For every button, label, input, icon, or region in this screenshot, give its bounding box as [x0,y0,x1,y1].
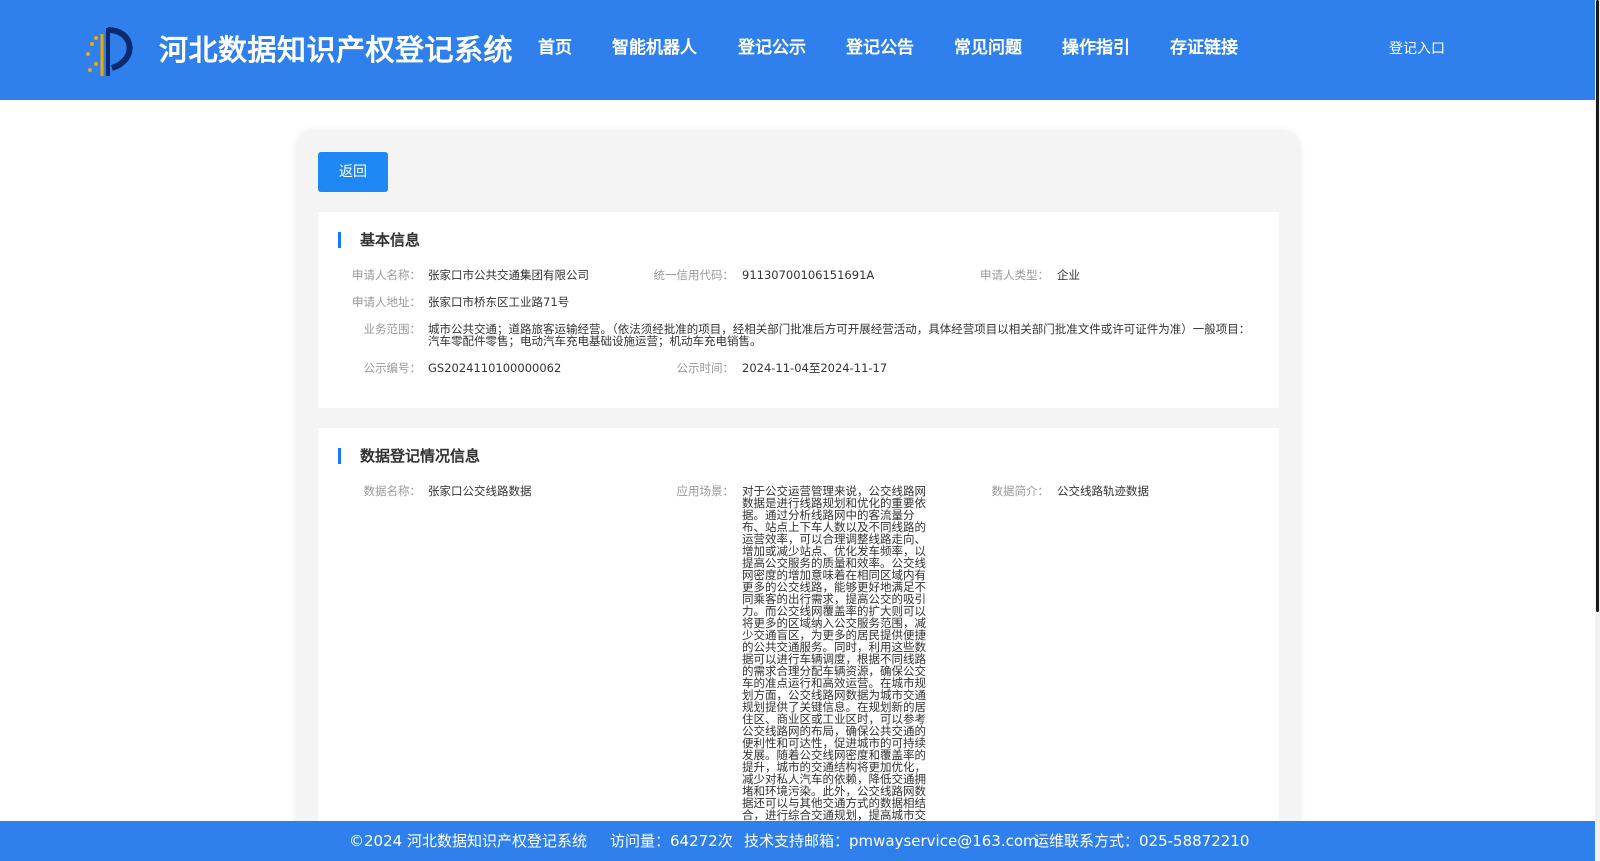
data-name-label: 数据名称： [363,484,422,498]
applicant-type-value: 企业 [1057,268,1080,282]
credit-code-label: 统一信用代码： [653,268,735,282]
section-accent-bar [338,232,341,248]
basic-info-panel: 基本信息 申请人名称： 张家口市公共交通集团有限公司 统一信用代码： 91130… [318,212,1279,408]
application-scene-value: 对于公交运营管理来说，公交线路网数据是进行线路规划和优化的重要依据。通过分析线路… [742,484,926,822]
back-button[interactable]: 返回 [318,152,388,192]
publicity-time-label: 公示时间： [676,361,735,375]
nav-home[interactable]: 首页 [538,34,572,62]
system-logo-icon [86,27,133,76]
applicant-address-label: 申请人地址： [352,295,421,309]
application-scene-label: 应用场景： [676,484,735,498]
page-footer: ©2024 河北数据知识产权登记系统 访问量：64272次 技术支持邮箱：pmw… [0,821,1595,861]
page-scrollbar[interactable] [1595,0,1600,861]
data-name-value: 张家口公交线路数据 [428,484,532,498]
nav-robot[interactable]: 智能机器人 [612,34,697,62]
footer-copyright: ©2024 河北数据知识产权登记系统 [349,832,587,850]
publicity-number-label: 公示编号： [363,361,422,375]
top-header: 河北数据知识产权登记系统 首页 智能机器人 登记公示 登记公告 常见问题 操作指… [0,0,1595,100]
applicant-type-label: 申请人类型： [980,268,1049,282]
footer-ops-contact: 运维联系方式：025-58872210 [1034,832,1250,850]
publicity-number-value: GS2024110100000062 [428,361,562,375]
site-title: 河北数据知识产权登记系统 [159,33,514,67]
nav-registration-publicity[interactable]: 登记公示 [738,34,806,62]
applicant-address-value: 张家口市桥东区工业路71号 [428,295,570,309]
footer-support-email: 技术支持邮箱：pmwayservice@163.com [744,832,1038,850]
login-entry-link[interactable]: 登记入口 [1389,38,1445,60]
footer-visit-count: 访问量：64272次 [610,832,733,850]
applicant-name-value: 张家口市公共交通集团有限公司 [428,268,589,282]
credit-code-value: 91130700106151691A [742,268,875,282]
data-registration-panel: 数据登记情况信息 数据名称： 张家口公交线路数据 应用场景： 对于公交运营管理来… [318,428,1279,861]
data-registration-title: 数据登记情况信息 [360,447,481,465]
nav-guide[interactable]: 操作指引 [1062,34,1130,62]
scrollbar-thumb[interactable] [1596,0,1599,612]
section-accent-bar [338,448,341,464]
nav-registration-notice[interactable]: 登记公告 [846,34,914,62]
data-summary-label: 数据简介： [991,484,1050,498]
nav-faq[interactable]: 常见问题 [954,34,1022,62]
publicity-time-value: 2024-11-04至2024-11-17 [742,361,888,375]
business-scope-value: 城市公共交通；道路旅客运输经营。（依法须经批准的项目，经相关部门批准后方可开展经… [428,322,1251,348]
basic-info-title: 基本信息 [360,231,421,249]
business-scope-label: 业务范围： [363,322,422,336]
nav-evidence-link[interactable]: 存证链接 [1170,34,1238,62]
applicant-name-label: 申请人名称： [352,268,421,282]
data-summary-value: 公交线路轨迹数据 [1057,484,1149,498]
